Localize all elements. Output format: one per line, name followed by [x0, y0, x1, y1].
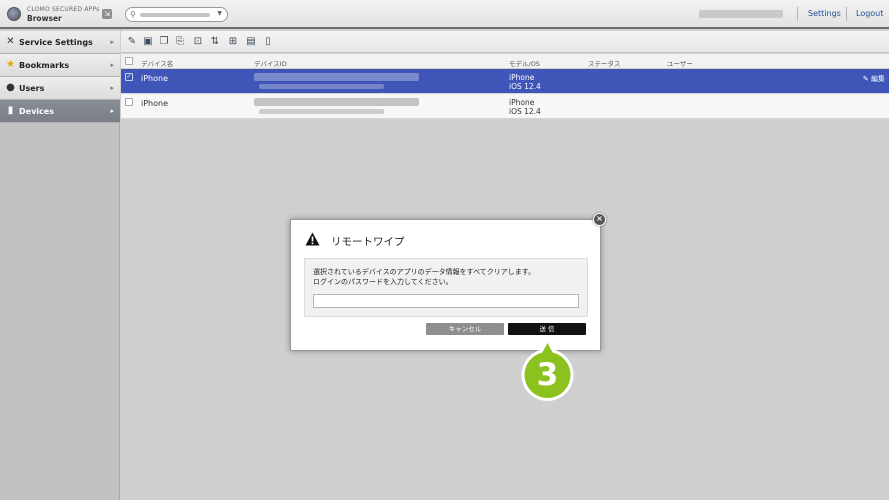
- chevron-right-icon: ▸: [110, 84, 114, 92]
- copy-icon[interactable]: ❐: [158, 35, 170, 48]
- sidebar-item-service-settings[interactable]: ✕ Service Settings ▸: [0, 31, 120, 54]
- logout-link[interactable]: Logout: [856, 9, 883, 18]
- chevron-right-icon: ▸: [110, 61, 114, 69]
- send-button[interactable]: 送 信: [508, 323, 586, 335]
- sidebar: ✕ Service Settings ▸ ★ Bookmarks ▸ ● Use…: [0, 31, 120, 500]
- sidebar-item-devices[interactable]: ▮ Devices ▸: [0, 100, 120, 123]
- device-os: iOS 12.4: [509, 107, 541, 116]
- sidebar-item-label: Devices: [19, 107, 54, 116]
- device-id-blurred: [259, 109, 384, 114]
- table-row[interactable]: ✓ iPhone iPhone iOS 12.4 ✎ 編集: [121, 69, 889, 94]
- chevron-right-icon: ▸: [110, 107, 114, 115]
- device-model: iPhone: [509, 98, 535, 107]
- mobile-icon[interactable]: ▯: [262, 35, 274, 48]
- app-header: CLOMO SECURED APPs Browser ⇲ ⚲ ▼ Setting…: [0, 0, 889, 29]
- search-icon: ⚲: [130, 10, 136, 19]
- sidebar-item-users[interactable]: ● Users ▸: [0, 77, 120, 100]
- column-device-name[interactable]: デバイス名: [141, 58, 173, 68]
- warning-icon: [305, 232, 320, 246]
- device-toolbar: ✎ ▣ ❐ ⎘ ⊡ ⇅ ⊞ ▤ ▯: [121, 31, 889, 53]
- sidebar-item-label: Users: [19, 84, 45, 93]
- chevron-right-icon: ▸: [110, 38, 114, 46]
- trash-icon[interactable]: ▣: [142, 35, 154, 48]
- row-checkbox[interactable]: [125, 98, 133, 106]
- dialog-body: 選択されているデバイスのアプリのデータ情報をすべてクリアします。 ログインのパス…: [304, 258, 588, 317]
- table-header: デバイス名 デバイスID モデル/OS ステータス ユーザー: [121, 54, 889, 69]
- remote-wipe-dialog: × リモートワイプ 選択されているデバイスのアプリのデータ情報をすべてクリアしま…: [290, 213, 606, 351]
- device-os: iOS 12.4: [509, 82, 541, 91]
- column-device-id[interactable]: デバイスID: [254, 58, 287, 68]
- device-name: iPhone: [141, 74, 169, 83]
- row-checkbox[interactable]: ✓: [125, 73, 133, 81]
- pencil-icon: ✎: [862, 75, 869, 83]
- sidebar-item-bookmarks[interactable]: ★ Bookmarks ▸: [0, 54, 120, 77]
- select-all-checkbox[interactable]: [125, 57, 133, 65]
- dialog-message-line2: ログインのパスワードを入力してください。: [313, 278, 453, 286]
- device-settings-icon[interactable]: ⊞: [227, 35, 239, 48]
- external-link-icon[interactable]: ⇲: [102, 9, 112, 19]
- header-divider: [797, 7, 798, 21]
- globe-logo-icon: [7, 7, 21, 21]
- header-divider: [846, 7, 847, 21]
- settings-link[interactable]: Settings: [808, 9, 841, 18]
- dialog-title: リモートワイプ: [331, 236, 405, 248]
- edit-button[interactable]: ✎ 編集: [863, 74, 885, 84]
- app-title-line2: Browser: [27, 14, 62, 23]
- device-model-os: iPhone iOS 12.4: [509, 98, 541, 116]
- star-icon: ★: [6, 59, 15, 70]
- cancel-button[interactable]: キャンセル: [426, 323, 504, 335]
- user-name-blurred: [699, 10, 783, 18]
- close-icon[interactable]: ×: [593, 213, 606, 226]
- password-field[interactable]: [313, 294, 579, 308]
- step-number: 3: [536, 357, 559, 393]
- chevron-down-icon[interactable]: ▼: [217, 10, 222, 17]
- device-id-blurred: [254, 73, 419, 81]
- search-input[interactable]: ⚲ ▼: [125, 7, 228, 22]
- edit-label: 編集: [871, 75, 885, 83]
- lock-device-icon[interactable]: ⊡: [192, 35, 204, 48]
- sidebar-item-label: Bookmarks: [19, 61, 70, 70]
- device-name: iPhone: [141, 99, 169, 108]
- monitor-icon[interactable]: ▤: [245, 35, 257, 48]
- column-status[interactable]: ステータス: [588, 58, 621, 68]
- table-row[interactable]: iPhone iPhone iOS 12.4: [121, 94, 889, 119]
- dialog-message: 選択されているデバイスのアプリのデータ情報をすべてクリアします。 ログインのパス…: [313, 267, 535, 287]
- device-model: iPhone: [509, 73, 535, 82]
- column-user[interactable]: ユーザー: [667, 58, 693, 68]
- edit-icon[interactable]: ✎: [126, 35, 138, 48]
- search-value-blurred: [140, 13, 210, 17]
- sync-icon[interactable]: ⇅: [209, 35, 221, 48]
- dialog-message-line1: 選択されているデバイスのアプリのデータ情報をすべてクリアします。: [313, 268, 536, 276]
- device-model-os: iPhone iOS 12.4: [509, 73, 541, 91]
- device-icon: ▮: [7, 105, 14, 116]
- step-marker: 3: [520, 338, 575, 403]
- column-model-os[interactable]: モデル/OS: [509, 58, 540, 68]
- device-id-blurred: [259, 84, 384, 89]
- user-icon: ●: [6, 82, 15, 93]
- app-title-line1: CLOMO SECURED APPs: [27, 6, 100, 13]
- sidebar-item-label: Service Settings: [19, 38, 93, 47]
- app-title: CLOMO SECURED APPs Browser: [27, 5, 99, 23]
- tools-icon: ✕: [6, 36, 15, 47]
- export-icon[interactable]: ⎘: [174, 35, 186, 48]
- device-id-blurred: [254, 98, 419, 106]
